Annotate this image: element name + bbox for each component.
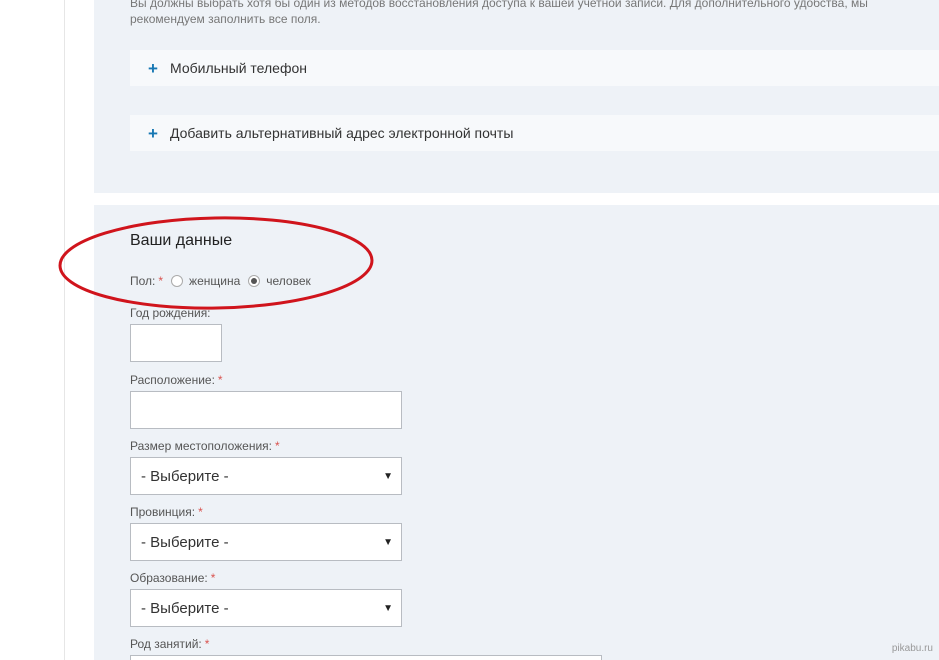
province-label: Провинция: * — [130, 505, 203, 519]
occupation-select[interactable] — [130, 655, 602, 660]
gender-radio-female[interactable] — [171, 275, 184, 287]
province-value: - Выберите - — [141, 533, 229, 551]
alt-email-label: Добавить альтернативный адрес электронно… — [170, 125, 514, 141]
plus-icon: + — [148, 58, 158, 78]
watermark: pikabu.ru — [891, 643, 933, 654]
dropdown-arrow-icon: ▼ — [383, 470, 393, 482]
birth-year-label: Год рождения: — [130, 306, 211, 320]
location-label: Расположение: * — [130, 373, 223, 387]
location-size-value: - Выберите - — [141, 467, 229, 485]
location-input[interactable] — [130, 391, 402, 429]
occupation-label: Род занятий: * — [130, 637, 210, 651]
dropdown-arrow-icon: ▼ — [383, 536, 393, 548]
location-size-select[interactable]: - Выберите - ▼ — [130, 457, 402, 495]
gender-option-male-label: человек — [266, 274, 311, 288]
plus-icon: + — [148, 123, 158, 143]
education-value: - Выберите - — [141, 599, 229, 617]
education-select[interactable]: - Выберите - ▼ — [130, 589, 402, 627]
recovery-panel — [94, 0, 939, 193]
gender-option-female-label: женщина — [189, 274, 241, 288]
gender-radio-male[interactable] — [248, 275, 261, 287]
education-label: Образование: * — [130, 571, 216, 585]
add-mobile-phone-toggle[interactable]: + Мобильный телефон — [130, 50, 939, 86]
add-alt-email-toggle[interactable]: + Добавить альтернативный адрес электрон… — [130, 115, 939, 151]
page: Вы должны выбрать хотя бы один из методо… — [0, 0, 939, 660]
province-select[interactable]: - Выберите - ▼ — [130, 523, 402, 561]
dropdown-arrow-icon: ▼ — [383, 602, 393, 614]
recovery-intro-text: Вы должны выбрать хотя бы один из методо… — [130, 0, 868, 26]
location-size-label: Размер местоположения: * — [130, 439, 280, 453]
section-title: Ваши данные — [130, 232, 233, 249]
gender-label: Пол: — [130, 274, 156, 288]
required-mark: * — [158, 274, 164, 288]
birth-year-input[interactable] — [130, 324, 222, 362]
gender-row: Пол: * женщина человек — [130, 274, 311, 288]
mobile-phone-label: Мобильный телефон — [170, 60, 307, 76]
left-divider — [64, 0, 65, 660]
